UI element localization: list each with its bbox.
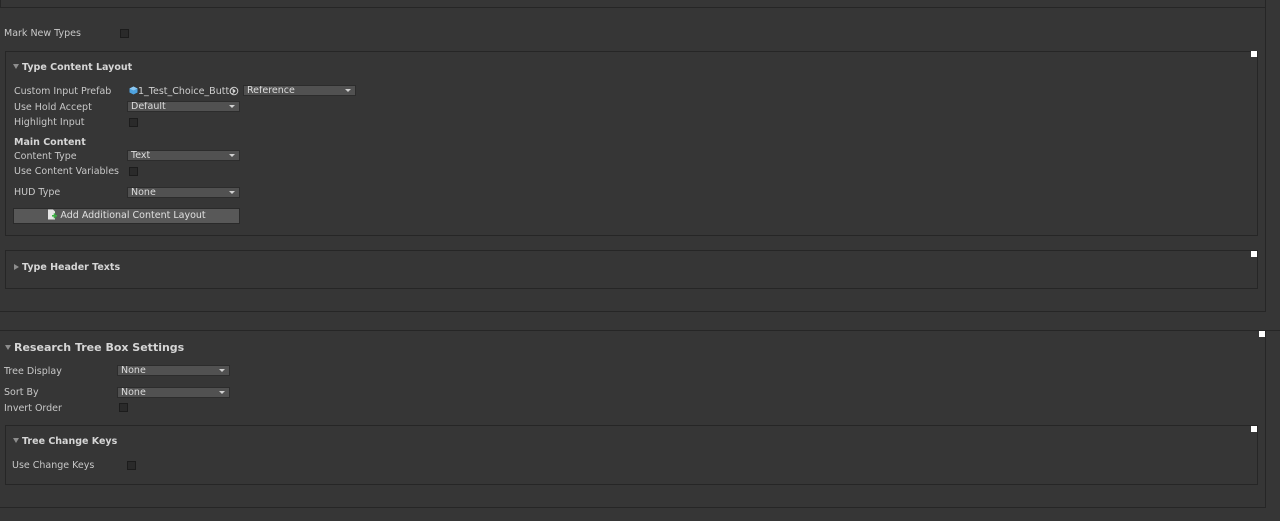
foldout-arrow-down-icon [5, 345, 11, 350]
use-content-variables-label: Use Content Variables [14, 166, 119, 177]
tree-display-value: None [121, 365, 146, 376]
main-content-heading: Main Content [14, 137, 86, 148]
hud-type-label: HUD Type [14, 187, 61, 198]
invert-order-checkbox[interactable] [119, 403, 128, 412]
use-hold-accept-value: Default [131, 101, 166, 112]
research-tree-box-settings-title: Research Tree Box Settings [14, 341, 185, 354]
research-tree-box-settings-foldout[interactable]: Research Tree Box Settings [5, 341, 184, 355]
custom-input-prefab-field[interactable]: 1_Test_Choice_Butto [129, 86, 239, 97]
top-panel-edge [0, 0, 1266, 8]
mark-new-types-checkbox[interactable] [120, 29, 129, 38]
chevron-down-icon [229, 105, 235, 108]
sort-by-dropdown[interactable]: None [117, 387, 230, 398]
use-hold-accept-dropdown[interactable]: Default [127, 101, 240, 112]
add-document-icon [48, 209, 58, 220]
tree-change-keys-panel [5, 425, 1258, 485]
tree-display-dropdown[interactable]: None [117, 365, 230, 376]
content-type-dropdown[interactable]: Text [127, 150, 240, 161]
invert-order-label: Invert Order [4, 403, 62, 414]
use-change-keys-label: Use Change Keys [12, 460, 95, 471]
foldout-arrow-down-icon [13, 64, 19, 69]
section-divider [0, 507, 1266, 508]
panel-corner-marker[interactable] [1251, 51, 1257, 57]
reference-dropdown-value: Reference [247, 85, 295, 96]
chevron-down-icon [219, 369, 225, 372]
section-border [1265, 0, 1266, 312]
type-header-texts-panel [5, 250, 1258, 289]
section-border [1265, 330, 1266, 508]
hud-type-dropdown[interactable]: None [127, 187, 240, 198]
panel-corner-marker[interactable] [1251, 426, 1257, 432]
custom-input-prefab-value: 1_Test_Choice_Butto [138, 86, 235, 97]
tree-change-keys-foldout[interactable]: Tree Change Keys [13, 436, 117, 448]
sort-by-label: Sort By [4, 387, 39, 398]
add-additional-content-layout-button[interactable]: Add Additional Content Layout [13, 208, 240, 224]
content-type-label: Content Type [14, 151, 77, 162]
add-layout-button-label: Add Additional Content Layout [60, 210, 206, 221]
panel-corner-marker[interactable] [1251, 251, 1257, 257]
type-content-layout-foldout[interactable]: Type Content Layout [13, 62, 132, 74]
section-divider [0, 311, 1266, 312]
tree-display-label: Tree Display [4, 366, 62, 377]
chevron-down-icon [345, 89, 351, 92]
use-content-variables-checkbox[interactable] [129, 167, 138, 176]
sort-by-value: None [121, 387, 146, 398]
chevron-down-icon [229, 191, 235, 194]
use-hold-accept-label: Use Hold Accept [14, 102, 92, 113]
prefab-cube-icon [129, 86, 138, 95]
foldout-arrow-down-icon [13, 438, 19, 443]
highlight-input-checkbox[interactable] [129, 118, 138, 127]
type-content-layout-title: Type Content Layout [22, 62, 133, 73]
reference-dropdown[interactable]: Reference [243, 85, 356, 96]
tree-change-keys-title: Tree Change Keys [22, 436, 118, 447]
object-picker-icon[interactable] [229, 86, 239, 96]
foldout-arrow-right-icon [14, 264, 19, 270]
highlight-input-label: Highlight Input [14, 117, 85, 128]
chevron-down-icon [219, 391, 225, 394]
use-change-keys-checkbox[interactable] [127, 461, 136, 470]
custom-input-prefab-label: Custom Input Prefab [14, 86, 112, 97]
hud-type-value: None [131, 187, 156, 198]
mark-new-types-label: Mark New Types [4, 28, 81, 39]
content-type-value: Text [131, 150, 151, 161]
chevron-down-icon [229, 154, 235, 157]
type-header-texts-title: Type Header Texts [22, 262, 121, 273]
type-header-texts-foldout[interactable]: Type Header Texts [14, 262, 120, 274]
